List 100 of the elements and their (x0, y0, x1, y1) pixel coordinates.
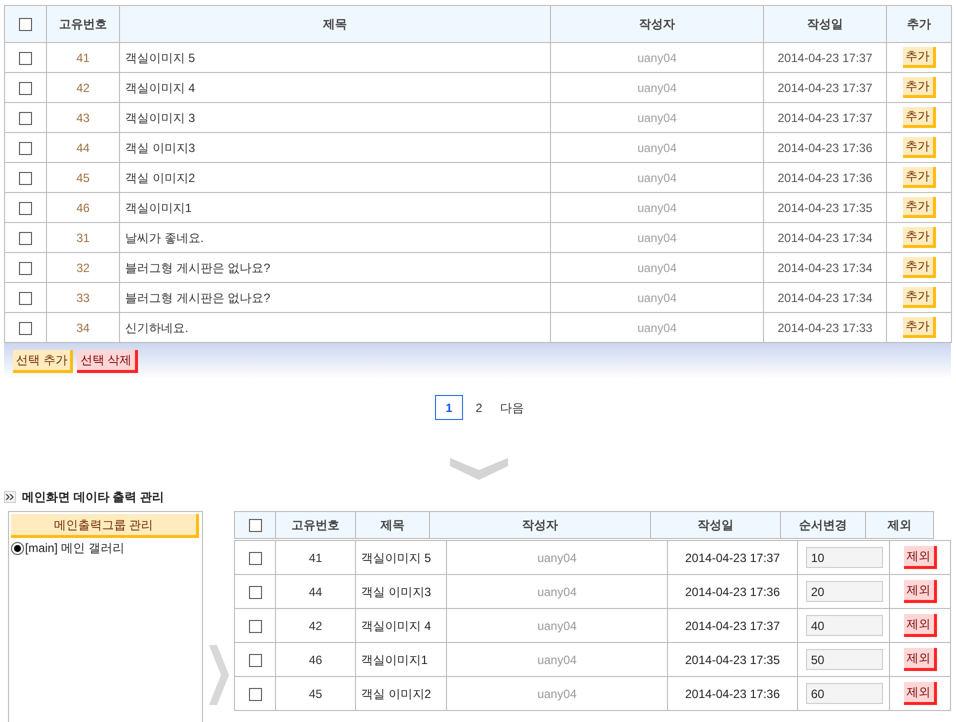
table-cell: 객실 이미지3 (356, 574, 446, 608)
table-cell: 45 (276, 676, 356, 710)
checkbox[interactable] (248, 654, 262, 667)
order-field[interactable]: 50 (806, 649, 883, 670)
checkbox[interactable] (19, 82, 32, 95)
table-cell: 44 (276, 574, 356, 608)
column-header: 제외 (866, 512, 934, 538)
table-cell: uany04 (550, 282, 764, 312)
table-cell: 객실이미지 4 (356, 608, 446, 642)
checkbox[interactable] (248, 586, 262, 599)
group-label[interactable]: [main] 메인 갤러리 (25, 539, 124, 557)
column-header: 순서변경 (780, 512, 866, 538)
table-cell: 2014-04-23 17:34 (764, 252, 886, 282)
table-cell: 2014-04-23 17:37 (764, 102, 886, 132)
add-button[interactable]: 추가 (902, 107, 936, 128)
add-button[interactable]: 추가 (902, 77, 936, 98)
table-cell: uany04 (446, 676, 668, 710)
table-cell: uany04 (550, 162, 764, 192)
table-cell: uany04 (446, 574, 668, 608)
table-cell: 42 (46, 72, 120, 102)
checkbox[interactable] (19, 232, 32, 245)
table-cell: 41 (46, 42, 120, 72)
checkbox[interactable] (248, 688, 262, 701)
table-cell: 객실 이미지2 (120, 162, 550, 192)
exclude-button[interactable]: 제외 (904, 614, 936, 637)
table-cell: 2014-04-23 17:37 (764, 42, 886, 72)
table-cell: 2014-04-23 17:35 (764, 192, 886, 222)
checkbox[interactable] (19, 262, 32, 275)
checkbox[interactable] (19, 322, 32, 335)
add-selected-button[interactable]: 선택 추가 (13, 350, 74, 372)
checkbox[interactable] (19, 52, 32, 65)
section-title: 메인화면 데이타 출력 관리 (22, 489, 164, 506)
add-button[interactable]: 추가 (902, 47, 936, 68)
checkbox[interactable] (19, 172, 32, 185)
table-cell: 33 (46, 282, 120, 312)
table-cell: uany04 (550, 72, 764, 102)
radio-button[interactable] (11, 542, 24, 554)
table-cell: 객실 이미지2 (356, 676, 446, 710)
column-header: 작성일 (764, 6, 886, 42)
table-cell: 2014-04-23 17:37 (668, 608, 798, 642)
table-cell: uany04 (550, 192, 764, 222)
table-cell: uany04 (550, 102, 764, 132)
table-cell: 2014-04-23 17:37 (764, 72, 886, 102)
order-field[interactable]: 20 (806, 581, 883, 602)
column-header: 고유번호 (276, 512, 356, 538)
column-header: 제목 (120, 6, 550, 42)
checkbox[interactable] (19, 142, 32, 155)
table-cell: 객실 이미지3 (120, 132, 550, 162)
table-cell: 객실이미지 3 (120, 102, 550, 132)
checkbox[interactable] (248, 552, 262, 565)
column-header: 작성자 (430, 512, 650, 538)
table-cell: 2014-04-23 17:36 (764, 162, 886, 192)
checkbox[interactable] (248, 519, 262, 532)
column-header: 추가 (886, 6, 952, 42)
add-button[interactable]: 추가 (902, 257, 936, 278)
exclude-button[interactable]: 제외 (904, 648, 936, 671)
exclude-button[interactable]: 제외 (904, 580, 936, 603)
table-cell: 2014-04-23 17:36 (668, 574, 798, 608)
add-button[interactable]: 추가 (902, 197, 936, 218)
table-cell: 42 (276, 608, 356, 642)
order-field[interactable]: 40 (806, 615, 883, 636)
table-cell: 2014-04-23 17:34 (764, 222, 886, 252)
table-cell: 객실이미지1 (120, 192, 550, 222)
table-cell: 31 (46, 222, 120, 252)
table-cell: 객실이미지 4 (120, 72, 550, 102)
table-cell: 45 (46, 162, 120, 192)
checkbox[interactable] (248, 620, 262, 633)
checkbox[interactable] (19, 202, 32, 215)
checkbox[interactable] (19, 18, 32, 32)
exclude-button[interactable]: 제외 (904, 682, 936, 705)
table-cell: 44 (46, 132, 120, 162)
table-cell: 블러그형 게시판은 없나요? (120, 252, 550, 282)
column-header: 작성일 (650, 512, 780, 538)
order-field[interactable]: 60 (806, 683, 883, 704)
exclude-button[interactable]: 제외 (904, 546, 936, 569)
table-cell: 객실이미지 5 (120, 42, 550, 72)
table-cell: 2014-04-23 17:34 (764, 282, 886, 312)
checkbox[interactable] (19, 292, 32, 305)
group-manage-button[interactable]: 메인출력그룹 관리 (11, 514, 199, 538)
table-cell: 날씨가 좋네요. (120, 222, 550, 252)
add-button[interactable]: 추가 (902, 137, 936, 158)
page-link[interactable]: 1 (435, 395, 463, 420)
table-cell: 객실이미지 5 (356, 540, 446, 574)
table-cell: uany04 (550, 42, 764, 72)
table-cell: uany04 (550, 252, 764, 282)
table-cell: 2014-04-23 17:36 (668, 676, 798, 710)
table-cell: 2014-04-23 17:35 (668, 642, 798, 676)
table-cell: 43 (46, 102, 120, 132)
table-cell: uany04 (550, 222, 764, 252)
page-link[interactable]: 2 (465, 395, 493, 420)
add-button[interactable]: 추가 (902, 227, 936, 248)
checkbox[interactable] (19, 112, 32, 125)
page-link[interactable]: 다음 (495, 395, 529, 420)
table-cell: 46 (46, 192, 120, 222)
order-field[interactable]: 10 (806, 547, 883, 568)
add-button[interactable]: 추가 (902, 167, 936, 188)
add-button[interactable]: 추가 (902, 287, 936, 308)
table-cell: 2014-04-23 17:37 (668, 540, 798, 574)
add-button[interactable]: 추가 (902, 317, 936, 338)
delete-selected-button[interactable]: 선택 삭제 (77, 350, 138, 372)
